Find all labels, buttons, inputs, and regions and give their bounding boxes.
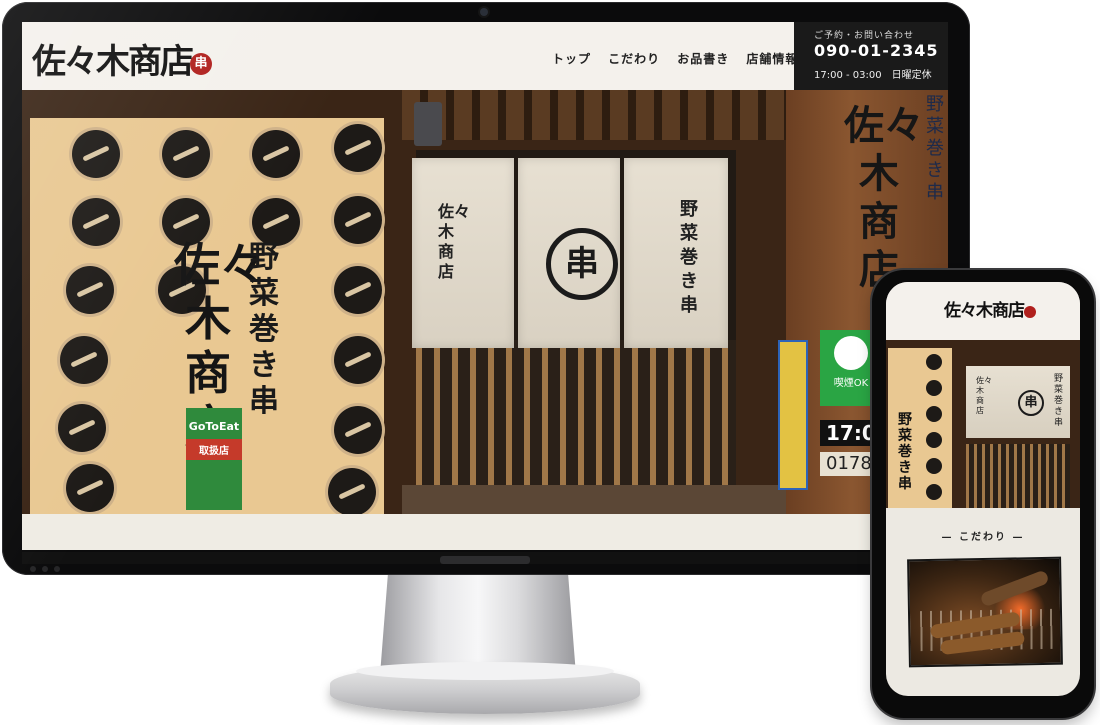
hero-image: 佐々木商店 野菜巻き串 GoToEat 取扱店 佐々木商店 串 野菜巻き串 佐々… xyxy=(22,90,948,514)
section-strip xyxy=(22,514,948,550)
banner-dish-name: 野菜巻き串 xyxy=(249,240,279,419)
mobile-hero-image: 野菜巻き串 佐々木商店 串 野菜巻き串 xyxy=(886,340,1080,508)
smoking-icon xyxy=(834,336,868,370)
logo-seal-icon: 串 xyxy=(190,53,212,75)
entrance-floor xyxy=(402,485,786,514)
nav-item-menu[interactable]: お品書き xyxy=(677,50,729,67)
gotoeat-sign: GoToEat 取扱店 xyxy=(186,408,242,510)
skewer-plate xyxy=(334,406,382,454)
skewer-plate xyxy=(58,404,106,452)
mobile-lattice-door xyxy=(966,444,1070,508)
site-header: 佐々木商店串 トップ こだわり お品書き 店舗情報 ご予約・お問い合わせ 090… xyxy=(22,22,948,90)
skewer-plate xyxy=(926,484,942,500)
mobile-kushi-mark-icon: 串 xyxy=(1018,390,1044,416)
nav-item-top[interactable]: トップ xyxy=(552,50,591,67)
contact-box: ご予約・お問い合わせ 090-01-2345 17:00 - 03:00 日曜定… xyxy=(794,22,948,90)
mobile-logo[interactable]: 佐々木商店 xyxy=(944,296,1036,321)
mobile-noren-shop-name: 佐々木商店 xyxy=(976,376,992,415)
nav-item-commitment[interactable]: こだわり xyxy=(608,50,660,67)
gotoeat-label: GoToEat xyxy=(188,420,240,433)
noren-panel xyxy=(412,158,514,348)
desktop-screen: 佐々木商店串 トップ こだわり お品書き 店舗情報 ご予約・お問い合わせ 090… xyxy=(22,22,948,550)
bezel-indicators xyxy=(30,557,90,572)
skewer-plate xyxy=(72,198,120,246)
lantern-icon xyxy=(414,102,442,146)
section-title-commitment: — こだわり — xyxy=(941,532,1025,543)
mobile-noren-dish-name: 野菜巻き串 xyxy=(1054,374,1064,428)
noren-shop-name: 佐々木商店 xyxy=(438,202,471,281)
skewer-plate xyxy=(72,130,120,178)
vertical-dish-sign: 野菜巻き串 xyxy=(926,94,944,203)
main-nav: トップ こだわり お品書き 店舗情報 xyxy=(552,48,810,68)
mobile-banner-dish-name: 野菜巻き串 xyxy=(898,412,912,492)
mobile-screen: 佐々木商店 野菜巻き串 佐々木商店 串 野菜巻き串 — こだわり — xyxy=(886,282,1080,696)
skewer-plate xyxy=(926,406,942,422)
skewer-plate xyxy=(334,124,382,172)
skewer-plate xyxy=(334,266,382,314)
skewer-plate xyxy=(926,432,942,448)
noren-panel xyxy=(624,158,728,348)
monitor-stand-base-top xyxy=(356,662,614,680)
smoking-sign-text: 喫煙OK xyxy=(833,378,869,389)
skewer-plate xyxy=(328,468,376,514)
skewer-plate xyxy=(926,458,942,474)
kushi-mark-icon: 串 xyxy=(546,228,618,300)
logo-text: 佐々木商店 xyxy=(32,42,194,82)
monitor-stand-neck xyxy=(380,575,576,675)
grill-photo xyxy=(907,556,1063,668)
business-hours: 17:00 - 03:00 日曜定休 xyxy=(814,70,932,81)
skewer-plate xyxy=(334,196,382,244)
skewer-plate xyxy=(66,464,114,512)
camera-icon xyxy=(480,8,488,16)
contact-label: ご予約・お問い合わせ xyxy=(814,31,915,41)
flyer xyxy=(778,340,808,490)
speaker-grille xyxy=(440,556,530,564)
noren-dish-name: 野菜巻き串 xyxy=(680,199,698,316)
mobile-logo-text: 佐々木商店 xyxy=(944,301,1025,321)
noren-curtain: 佐々木商店 串 野菜巻き串 xyxy=(412,158,728,348)
contact-phone-link[interactable]: 090-01-2345 xyxy=(814,41,938,60)
skewer-plate xyxy=(162,130,210,178)
skewer-plate xyxy=(66,266,114,314)
mobile-header: 佐々木商店 xyxy=(886,282,1080,340)
skewer-plate xyxy=(926,354,942,370)
nav-item-store-info[interactable]: 店舗情報 xyxy=(746,50,798,67)
gotoeat-sub: 取扱店 xyxy=(186,439,242,460)
ceiling-beams xyxy=(402,90,786,140)
skewer-plate xyxy=(252,130,300,178)
skewer-plate xyxy=(60,336,108,384)
skewer-plate xyxy=(926,380,942,396)
site-logo[interactable]: 佐々木商店串 xyxy=(32,34,212,83)
skewer-plate xyxy=(334,336,382,384)
vertical-shop-sign: 佐々木商店 xyxy=(844,102,924,293)
mobile-logo-seal-icon xyxy=(1024,305,1036,318)
